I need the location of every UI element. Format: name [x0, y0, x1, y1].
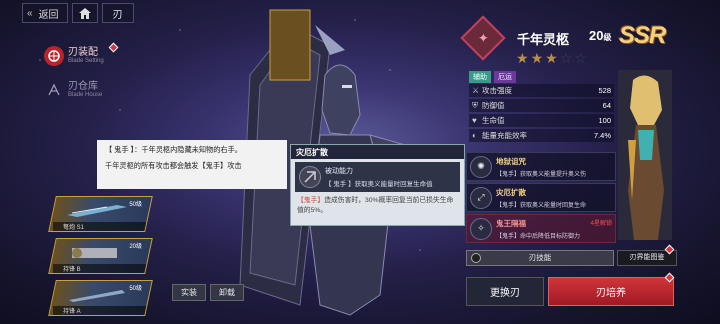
skill-popup-title: 灾厄扩散 [291, 145, 464, 159]
stat-label: 攻击强度 [482, 86, 512, 95]
stat-row: ⛨ 防御值 64 [469, 99, 614, 112]
stats-list: ⚔ 攻击强度 528 ⛨ 防御值 64 ♥ 生命值 100 ◐ 能量充能效率 7.4% [469, 84, 614, 144]
skill-name: 鬼王隔福 [496, 218, 526, 228]
skill-row[interactable]: ✺ 地狱诅咒 【鬼手】获取奥义能量提升奥义伤 [466, 152, 616, 181]
weapon-name: 持锋 A [53, 306, 148, 315]
weapon-image [69, 290, 125, 302]
blade-setting-icon [44, 46, 64, 66]
weapon-card[interactable]: 20级 持锋 B [48, 238, 153, 274]
skill-row[interactable]: ✧ 鬼王隔福 【鬼手】命中后降低目标防御力 4星解锁 [466, 214, 616, 243]
double-chevron-left-icon: « [27, 7, 33, 19]
weapon-level: 50级 [129, 286, 142, 292]
home-icon [78, 7, 91, 19]
weapon-level: 50级 [129, 202, 142, 208]
level-value: 20 [589, 28, 604, 43]
nav-sublabel: Blade Setting [68, 58, 104, 65]
stat-value: 64 [602, 101, 611, 110]
back-label: 返回 [38, 9, 59, 21]
top-bar: « 返回 刃 [22, 2, 134, 24]
spread-skill-icon: ⤢ [470, 186, 492, 209]
role-tag: 辅助 [469, 71, 491, 83]
weapon-image [67, 205, 127, 217]
stat-value: 528 [598, 86, 611, 95]
locked-skill-icon: ✧ [470, 217, 492, 240]
passive-description: 【 鬼手 】获取奥义能量时回复生命值 [325, 181, 433, 188]
role-tags: 辅助 厄运 [469, 71, 516, 83]
nav-blade-house[interactable]: 刃仓库 Blade House [44, 80, 102, 100]
tooltip-line: 【 鬼手 】：千年灵柩内隐藏未知物的右手。 [105, 145, 242, 154]
action-buttons: 更换刃 刃培养 [466, 277, 674, 306]
rarity-badge: SSR [619, 22, 666, 49]
skill-detail-text: 【鬼手】造成伤害时，30%概率回复当前已损失生命值的5%。 [291, 192, 464, 220]
stat-value: 7.4% [593, 131, 611, 140]
skill-desc: 【鬼手】获取奥义能量提升奥义伤 [496, 171, 587, 178]
home-button[interactable] [71, 3, 98, 23]
weapon-card[interactable]: 50级 弩炮 S1 [48, 196, 153, 232]
stat-row: ♥ 生命值 100 [469, 114, 614, 127]
swap-blade-button[interactable]: 更换刃 [466, 277, 544, 306]
ghost-hand-tooltip: 【 鬼手 】：千年灵柩内隐藏未知物的右手。 千年灵柩的所有攻击都会触发【鬼手】攻… [97, 140, 287, 189]
skills-list: ✺ 地狱诅咒 【鬼手】获取奥义能量提升奥义伤 ⤢ 灾厄扩散 【鬼手】获取奥义能量… [466, 152, 616, 245]
back-button[interactable]: « 返回 [22, 3, 68, 23]
weapon-level: 20级 [129, 244, 142, 250]
skill-desc: 【鬼手】命中后降低目标防御力 [496, 233, 581, 240]
heart-icon: ♥ [472, 116, 477, 125]
weapon-name: 持锋 B [53, 264, 148, 273]
curse-skill-icon: ✺ [470, 155, 492, 178]
passive-ability: 被动能力 【 鬼手 】获取奥义能量时回复生命值 [295, 162, 460, 192]
stat-label: 生命值 [482, 116, 505, 125]
level-unit: 级 [603, 33, 612, 42]
role-tag: 厄运 [494, 71, 516, 83]
equip-button[interactable]: 实装 [172, 284, 206, 301]
skill-row[interactable]: ⤢ 灾厄扩散 【鬼手】获取奥义能量时回复生命 [466, 183, 616, 212]
nav-label: 刃仓库 [68, 81, 98, 93]
skill-icon [299, 166, 321, 188]
stat-row: ⚔ 攻击强度 528 [469, 84, 614, 97]
passive-label: 被动能力 [325, 168, 353, 175]
weapon-name: 弩炮 S1 [53, 222, 148, 231]
character-info-panel: ✦ 千年灵柩 20级 ★★★☆☆ 辅助 厄运 ⚔ 攻击强度 528 ⛨ 防御值 64 ♥… [460, 15, 618, 142]
train-blade-button[interactable]: 刃培养 [548, 277, 674, 306]
weapon-image [72, 248, 117, 258]
sword-icon: ⚔ [472, 86, 480, 95]
shield-icon: ⛨ [472, 100, 478, 110]
character-portrait [618, 70, 672, 240]
blade-skill-button[interactable]: 刃技能 [466, 250, 614, 266]
notification-dot [108, 42, 119, 53]
skill-button-row: 刃技能 刃界能图鉴 [466, 250, 678, 266]
stat-value: 100 [598, 116, 611, 125]
weapon-card[interactable]: 50级 持锋 A [48, 280, 153, 316]
stat-label: 防御值 [482, 101, 505, 110]
unlock-requirement: 4星解锁 [590, 221, 612, 227]
character-name: 千年灵柩 [517, 31, 570, 47]
breadcrumb-label: 刃 [112, 9, 123, 21]
skill-name: 地狱诅咒 [496, 156, 526, 166]
skill-detail-popup: 灾厄扩散 被动能力 【 鬼手 】获取奥义能量时回复生命值 【鬼手】造成伤害时，3… [290, 144, 465, 226]
faction-emblem-icon: ✦ [460, 15, 506, 61]
nav-label: 刃装配 [68, 47, 98, 59]
breadcrumb: 刃 [101, 3, 134, 23]
character-level: 20级 [589, 28, 611, 43]
skill-name: 灾厄扩散 [496, 187, 526, 197]
nav-sublabel: Blade House [68, 92, 103, 99]
equip-controls: 实装 卸载 [172, 284, 244, 301]
skill-desc: 【鬼手】获取奥义能量时回复生命 [496, 202, 587, 209]
stat-label: 能量充能效率 [482, 131, 527, 140]
stat-row: ◐ 能量充能效率 7.4% [469, 129, 614, 142]
blade-skill-label: 刃技能 [528, 253, 552, 262]
energy-icon: ◐ [472, 131, 477, 140]
skill-detail-prefix: 【鬼手】 [297, 197, 325, 204]
blade-house-icon [44, 80, 64, 100]
tooltip-line: 千年灵柩的所有攻击都会触发【鬼手】攻击 [105, 161, 242, 171]
skill-button-icon [471, 253, 481, 263]
nav-blade-setting[interactable]: 刃装配 Blade Setting [44, 46, 104, 66]
unload-button[interactable]: 卸载 [210, 284, 244, 301]
